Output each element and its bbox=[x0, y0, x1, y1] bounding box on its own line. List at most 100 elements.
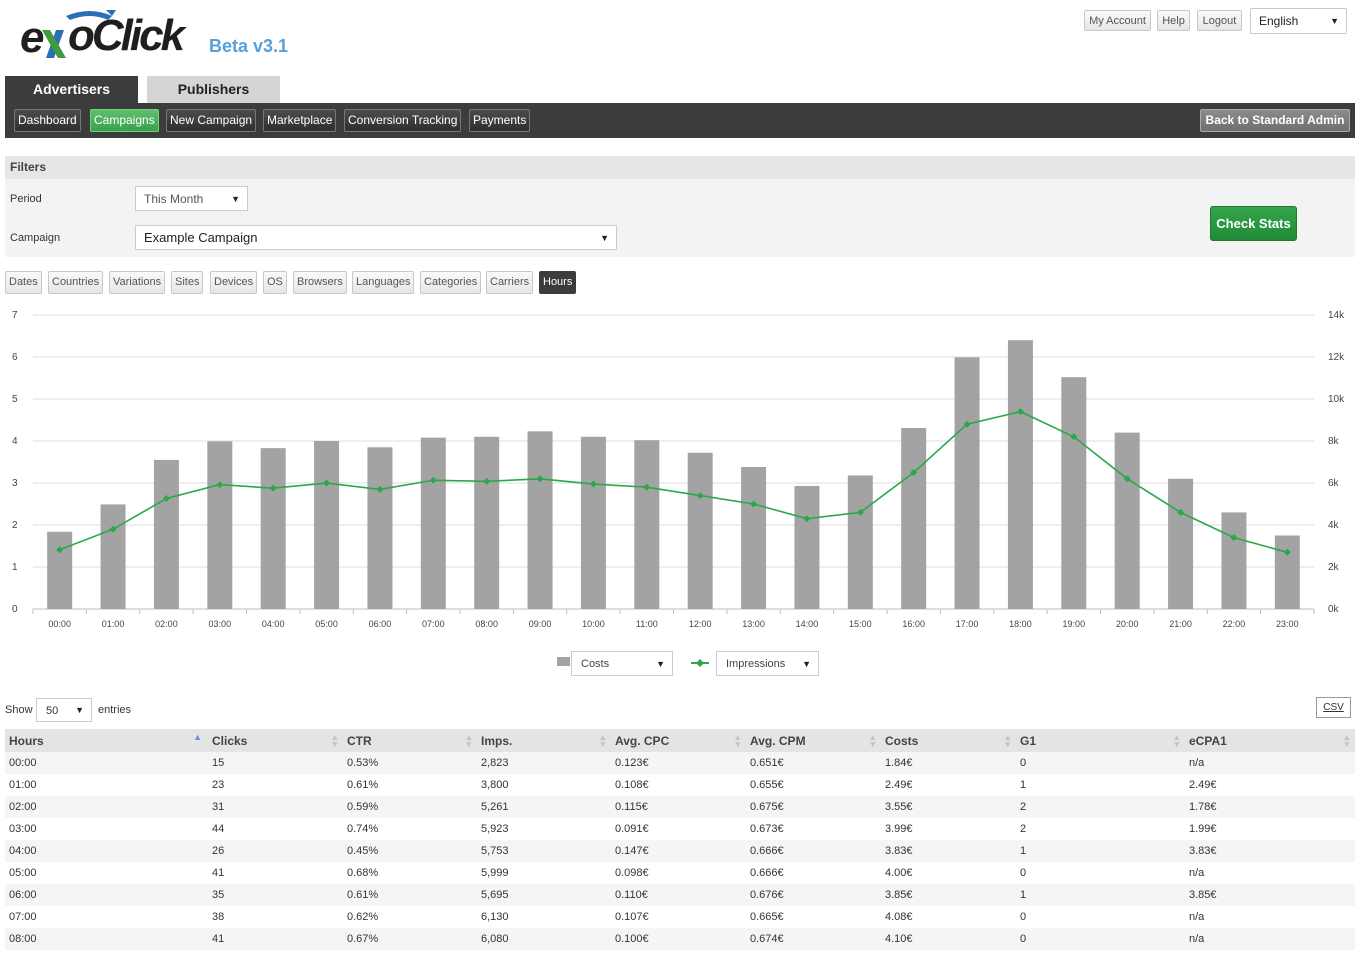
my-account-button[interactable]: My Account bbox=[1084, 10, 1151, 31]
table-row[interactable]: 03:00 44 0.74% 5,923 0.091€ 0.673€ 3.99€ 2 1.99€ bbox=[5, 818, 1355, 840]
period-select[interactable]: This Month ▼ bbox=[135, 186, 248, 211]
tab-carriers[interactable]: Carriers bbox=[486, 271, 534, 294]
back-to-standard-admin-button[interactable]: Back to Standard Admin bbox=[1200, 109, 1350, 132]
campaign-select[interactable]: Example Campaign ▼ bbox=[135, 225, 617, 250]
costs-bar bbox=[153, 459, 179, 609]
table-row[interactable]: 01:00 23 0.61% 3,800 0.108€ 0.655€ 2.49€ 1 2.49€ bbox=[5, 774, 1355, 796]
sort-icon: ▴ ▾ bbox=[332, 732, 337, 749]
tab-devices[interactable]: Devices bbox=[210, 271, 258, 294]
chevron-down-icon: ▼ bbox=[600, 232, 609, 243]
cell-costs: 4.08€ bbox=[881, 906, 1016, 928]
table-row[interactable]: 07:00 38 0.62% 6,130 0.107€ 0.665€ 4.08€ 0 n/a bbox=[5, 906, 1355, 928]
table-row[interactable]: 05:00 41 0.68% 5,999 0.098€ 0.666€ 4.00€ 0 n/a bbox=[5, 862, 1355, 884]
cell-g1: 0 bbox=[1016, 906, 1185, 928]
tab-categories[interactable]: Categories bbox=[420, 271, 482, 294]
sort-icon: ▴ ▾ bbox=[735, 732, 740, 749]
nav-dashboard[interactable]: Dashboard bbox=[14, 109, 81, 132]
cell-ctr: 0.74% bbox=[343, 818, 477, 840]
y-right-tick-label: 2k bbox=[1328, 562, 1340, 573]
tab-languages[interactable]: Languages bbox=[352, 271, 415, 294]
table-row[interactable]: 04:00 26 0.45% 5,753 0.147€ 0.666€ 3.83€ 1 3.83€ bbox=[5, 840, 1355, 862]
exoclick-logo[interactable]: e oClick bbox=[20, 8, 195, 66]
costs-bar bbox=[527, 431, 553, 609]
tab-browsers[interactable]: Browsers bbox=[293, 271, 347, 294]
cell-imps: 2,823 bbox=[477, 752, 611, 774]
col-avg-cpc[interactable]: Avg. CPC ▴ ▾ bbox=[611, 729, 746, 752]
cell-avg-cpm: 0.674€ bbox=[746, 928, 881, 950]
tab-countries[interactable]: Countries bbox=[48, 271, 104, 294]
logout-button[interactable]: Logout bbox=[1197, 10, 1242, 31]
check-stats-button[interactable]: Check Stats bbox=[1210, 206, 1297, 241]
language-value: English bbox=[1259, 14, 1299, 28]
col-ctr[interactable]: CTR ▴ ▾ bbox=[343, 729, 477, 752]
cell-ecpa1: 2.49€ bbox=[1185, 774, 1355, 796]
tab-os[interactable]: OS bbox=[263, 271, 287, 294]
tab-publishers[interactable]: Publishers bbox=[147, 76, 280, 103]
tab-dates[interactable]: Dates bbox=[5, 271, 42, 294]
left-series-select[interactable]: Costs ▼ bbox=[571, 651, 673, 676]
col-g1[interactable]: G1 ▴ ▾ bbox=[1016, 729, 1185, 752]
col-ecpa1[interactable]: eCPA1 ▴ ▾ bbox=[1185, 729, 1355, 752]
cell-avg-cpm: 0.655€ bbox=[746, 774, 881, 796]
entries-select[interactable]: 50 ▼ bbox=[36, 698, 92, 722]
cell-imps: 5,923 bbox=[477, 818, 611, 840]
impressions-legend-swatch bbox=[691, 659, 709, 667]
cell-avg-cpc: 0.147€ bbox=[611, 840, 746, 862]
cell-imps: 3,800 bbox=[477, 774, 611, 796]
cell-hours: 01:00 bbox=[5, 774, 208, 796]
right-series-select[interactable]: Impressions ▼ bbox=[716, 651, 819, 676]
col-imps[interactable]: Imps. ▴ ▾ bbox=[477, 729, 611, 752]
x-tick-label: 08:00 bbox=[475, 619, 498, 629]
costs-bar bbox=[314, 441, 340, 609]
col-ctr-label: CTR bbox=[347, 733, 372, 748]
col-costs[interactable]: Costs ▴ ▾ bbox=[881, 729, 1016, 752]
cell-avg-cpm: 0.666€ bbox=[746, 840, 881, 862]
x-tick-label: 18:00 bbox=[1009, 619, 1032, 629]
col-hours[interactable]: Hours ▲ bbox=[5, 729, 208, 752]
chevron-down-icon: ▼ bbox=[1330, 16, 1339, 26]
chevron-down-icon: ▼ bbox=[231, 193, 240, 204]
y-left-tick-label: 3 bbox=[12, 478, 18, 489]
x-tick-label: 22:00 bbox=[1223, 619, 1246, 629]
tab-sites[interactable]: Sites bbox=[171, 271, 204, 294]
cell-g1: 1 bbox=[1016, 884, 1185, 906]
col-imps-label: Imps. bbox=[481, 733, 513, 748]
table-body: 00:00 15 0.53% 2,823 0.123€ 0.651€ 1.84€ 0 n/a 01… bbox=[5, 752, 1355, 950]
cell-clicks: 23 bbox=[208, 774, 343, 796]
col-clicks[interactable]: Clicks ▴ ▾ bbox=[208, 729, 343, 752]
cell-avg-cpc: 0.110€ bbox=[611, 884, 746, 906]
sort-icon: ▴ ▾ bbox=[870, 732, 875, 749]
cell-ctr: 0.61% bbox=[343, 774, 477, 796]
costs-bar bbox=[847, 475, 873, 609]
cell-clicks: 38 bbox=[208, 906, 343, 928]
nav-payments[interactable]: Payments bbox=[469, 109, 531, 132]
col-avg-cpm[interactable]: Avg. CPM ▴ ▾ bbox=[746, 729, 881, 752]
cell-ecpa1: n/a bbox=[1185, 862, 1355, 884]
tab-variations[interactable]: Variations bbox=[109, 271, 166, 294]
nav-marketplace[interactable]: Marketplace bbox=[263, 109, 337, 132]
chevron-down-icon: ▼ bbox=[75, 705, 84, 715]
col-clicks-label: Clicks bbox=[212, 733, 248, 748]
help-button[interactable]: Help bbox=[1157, 10, 1190, 31]
cell-clicks: 15 bbox=[208, 752, 343, 774]
x-tick-label: 10:00 bbox=[582, 619, 605, 629]
language-select[interactable]: English ▼ bbox=[1250, 8, 1347, 34]
cell-ctr: 0.59% bbox=[343, 796, 477, 818]
table-row[interactable]: 00:00 15 0.53% 2,823 0.123€ 0.651€ 1.84€ 0 n/a bbox=[5, 752, 1355, 774]
tab-hours[interactable]: Hours bbox=[539, 271, 577, 294]
csv-export-button[interactable]: CSV bbox=[1316, 697, 1351, 718]
nav-campaigns[interactable]: Campaigns bbox=[90, 109, 159, 132]
nav-new-campaign[interactable]: New Campaign bbox=[166, 109, 257, 132]
cell-imps: 6,130 bbox=[477, 906, 611, 928]
sort-icon: ▴ ▾ bbox=[466, 732, 471, 749]
table-row[interactable]: 06:00 35 0.61% 5,695 0.110€ 0.676€ 3.85€ 1 3.85€ bbox=[5, 884, 1355, 906]
cell-g1: 1 bbox=[1016, 774, 1185, 796]
x-tick-label: 02:00 bbox=[155, 619, 178, 629]
table-row[interactable]: 08:00 41 0.67% 6,080 0.100€ 0.674€ 4.10€ 0 n/a bbox=[5, 928, 1355, 950]
stats-table: Hours ▲ Clicks ▴ ▾ CTR ▴ ▾ Imps. ▴ ▾ Avg. CPC ▴ ▾… bbox=[5, 729, 1355, 950]
table-row[interactable]: 02:00 31 0.59% 5,261 0.115€ 0.675€ 3.55€ 2 1.78€ bbox=[5, 796, 1355, 818]
cell-clicks: 41 bbox=[208, 862, 343, 884]
tab-advertisers[interactable]: Advertisers bbox=[5, 76, 138, 103]
cell-hours: 03:00 bbox=[5, 818, 208, 840]
nav-conversion-tracking[interactable]: Conversion Tracking bbox=[344, 109, 462, 132]
